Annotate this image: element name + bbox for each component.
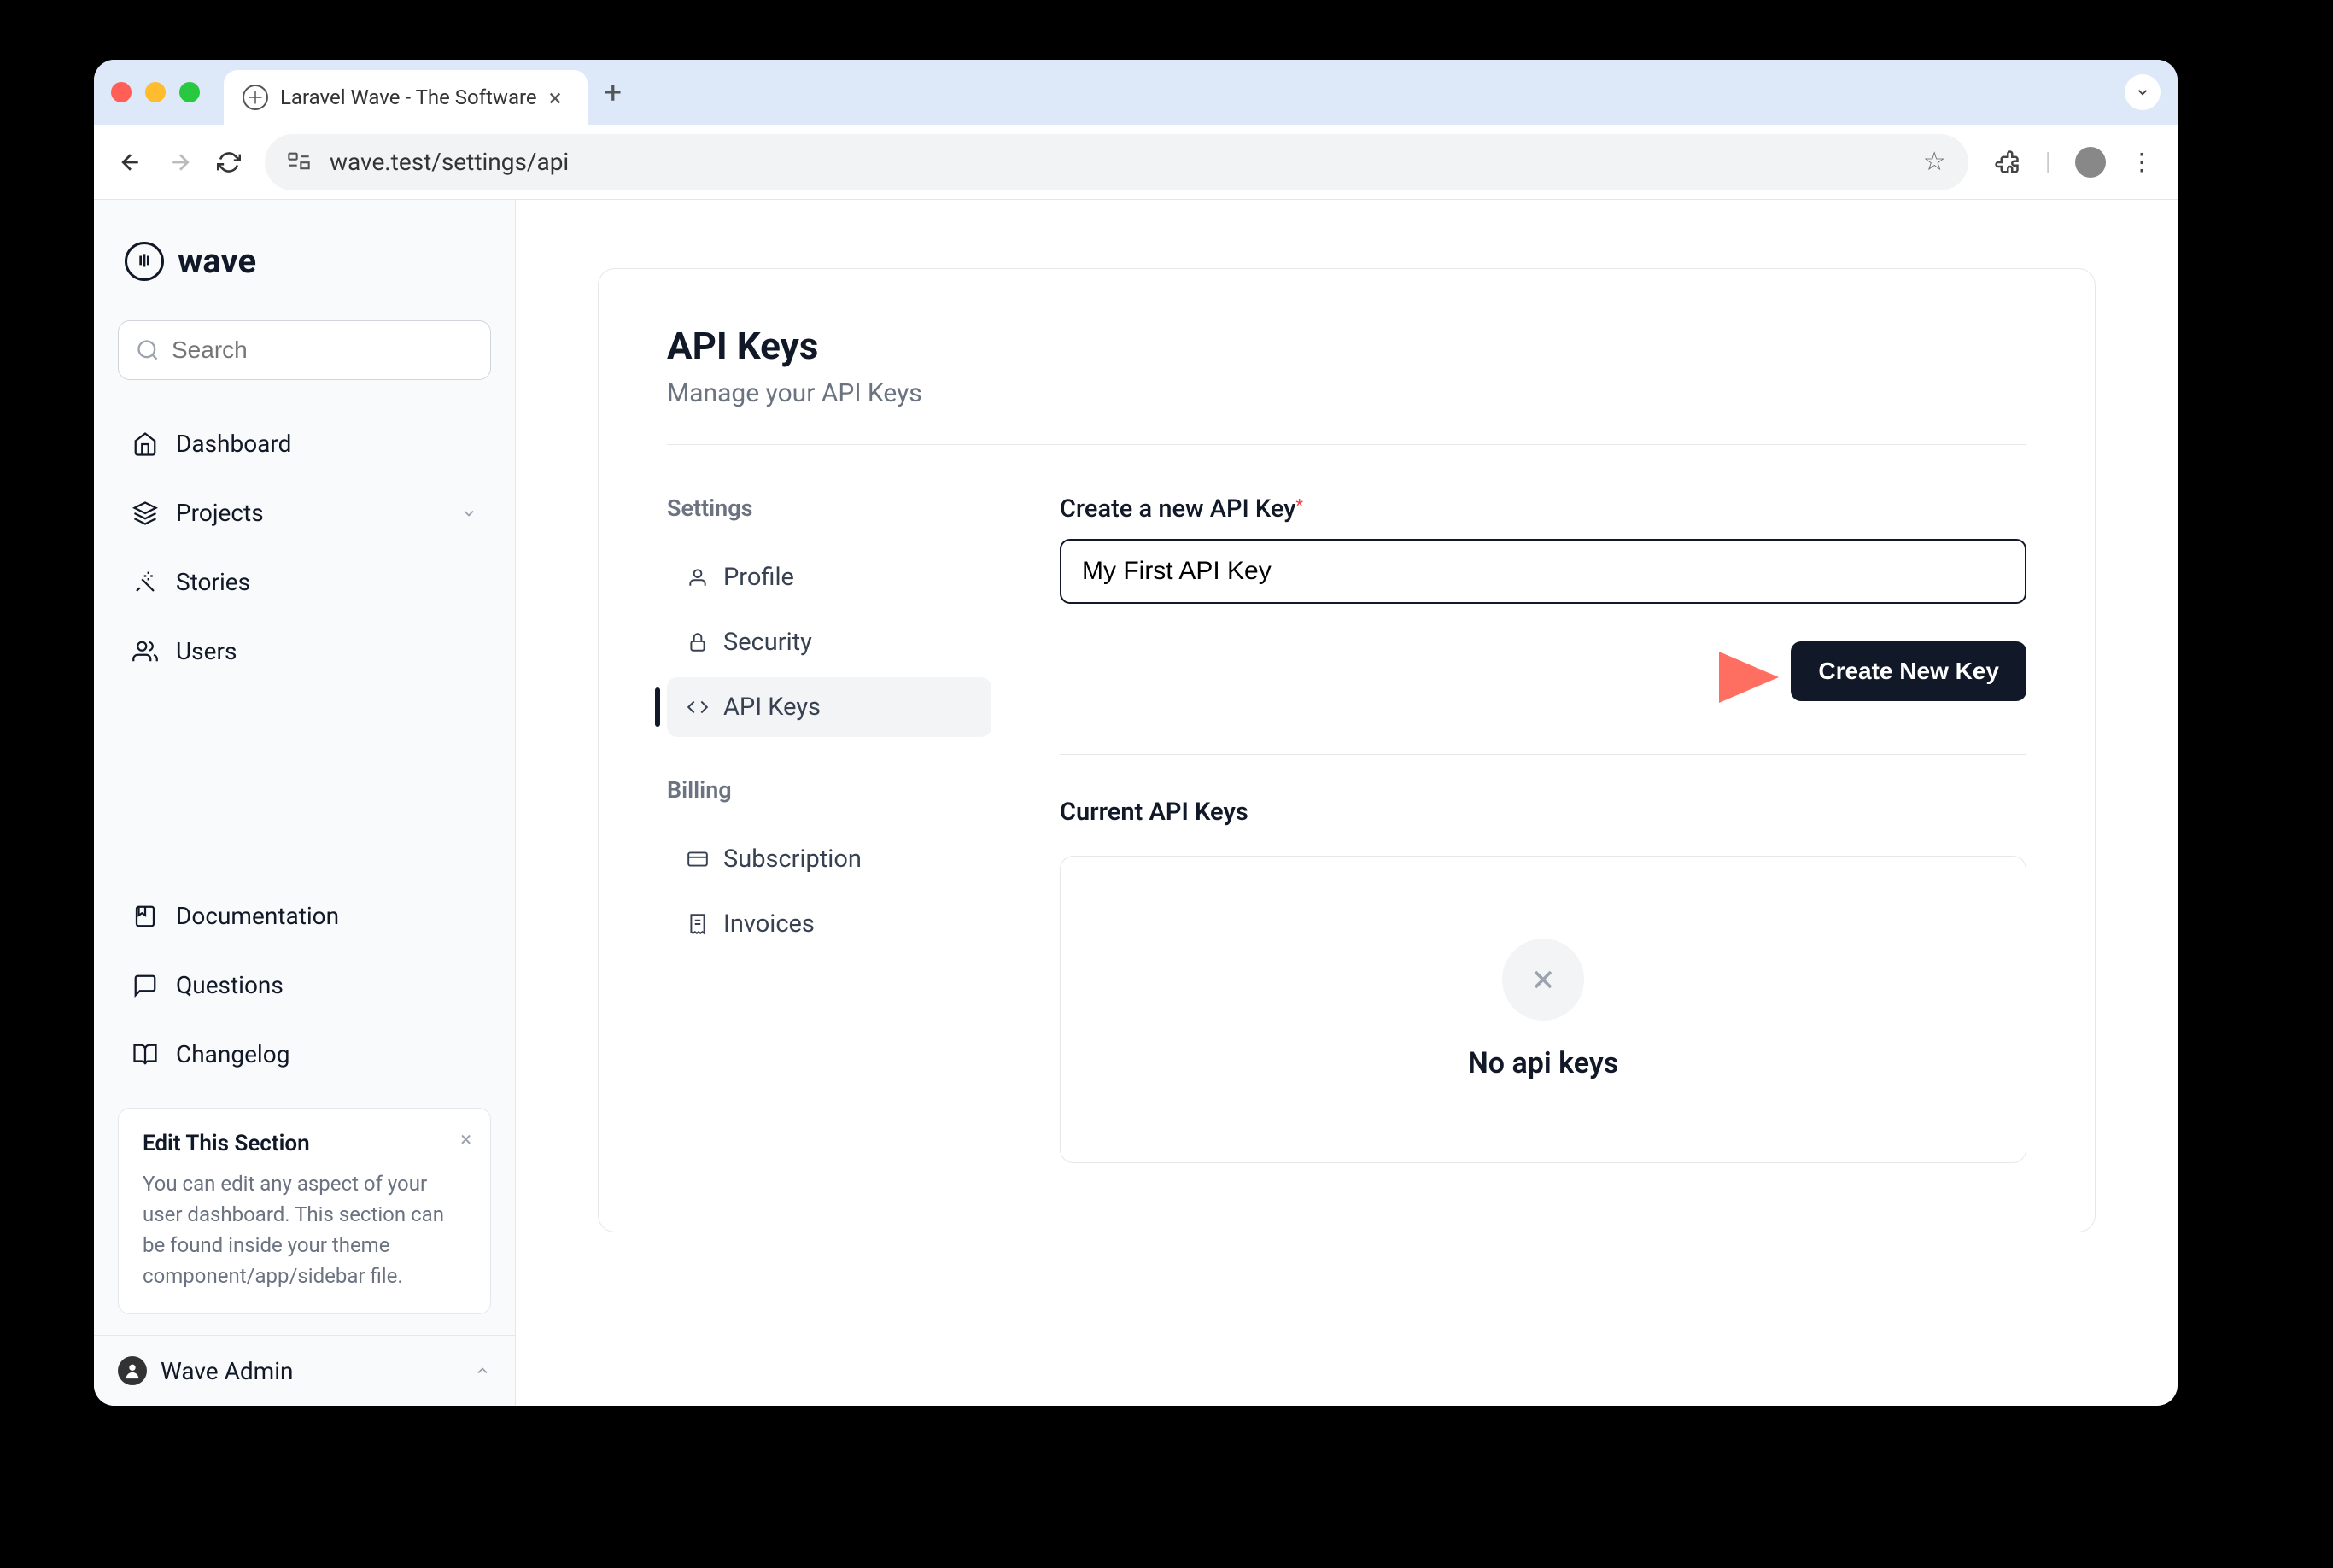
user-avatar-icon bbox=[118, 1356, 147, 1385]
empty-state: No api keys bbox=[1060, 856, 2026, 1163]
sidebar: wave Dashboard Pr bbox=[94, 200, 516, 1406]
settings-item-api-keys[interactable]: API Keys bbox=[667, 677, 991, 737]
tab-title: Laravel Wave - The Software bbox=[280, 85, 537, 109]
sidebar-item-label: Documentation bbox=[176, 902, 339, 930]
tab-favicon bbox=[243, 85, 268, 110]
tab-close-icon[interactable]: × bbox=[549, 84, 562, 112]
window-controls bbox=[111, 82, 200, 102]
forward-button[interactable] bbox=[167, 149, 193, 175]
logo-icon bbox=[125, 242, 164, 281]
chevron-up-icon bbox=[474, 1362, 491, 1379]
form-column: Create a new API Key* Create New Key Cur… bbox=[1060, 494, 2026, 1163]
divider bbox=[667, 444, 2026, 445]
extensions-icon[interactable] bbox=[1992, 148, 2021, 177]
browser-window: Laravel Wave - The Software × + wave.tes… bbox=[94, 60, 2178, 1406]
current-keys-heading: Current API Keys bbox=[1060, 798, 2026, 827]
billing-heading: Billing bbox=[667, 776, 1060, 804]
settings-card: API Keys Manage your API Keys Settings P… bbox=[598, 268, 2096, 1232]
address-bar[interactable]: wave.test/settings/api ☆ bbox=[265, 134, 1968, 190]
settings-item-label: Subscription bbox=[723, 845, 862, 874]
layers-icon bbox=[132, 500, 159, 527]
logo-text: wave bbox=[178, 241, 256, 281]
user-name: Wave Admin bbox=[161, 1357, 293, 1385]
info-card: × Edit This Section You can edit any asp… bbox=[118, 1108, 491, 1314]
lock-icon bbox=[686, 630, 710, 654]
sidebar-item-dashboard[interactable]: Dashboard bbox=[118, 412, 491, 475]
settings-item-invoices[interactable]: Invoices bbox=[667, 894, 991, 954]
user-icon bbox=[686, 565, 710, 589]
search-input[interactable] bbox=[172, 336, 480, 364]
field-label: Create a new API Key bbox=[1060, 494, 1295, 524]
back-button[interactable] bbox=[118, 149, 143, 175]
create-new-key-button[interactable]: Create New Key bbox=[1791, 641, 2026, 701]
nav-bar: wave.test/settings/api ☆ | ⋮ bbox=[94, 125, 2178, 200]
wand-icon bbox=[132, 569, 159, 596]
sidebar-item-label: Projects bbox=[176, 499, 264, 527]
sidebar-item-label: Dashboard bbox=[176, 430, 291, 458]
new-tab-button[interactable]: + bbox=[605, 74, 622, 110]
info-card-body: You can edit any aspect of your user das… bbox=[143, 1168, 466, 1291]
settings-item-profile[interactable]: Profile bbox=[667, 547, 991, 607]
settings-nav: Settings Profile bbox=[667, 494, 1060, 1163]
book-open-icon bbox=[132, 1041, 159, 1068]
tab-overflow-button[interactable] bbox=[2125, 74, 2161, 110]
home-icon bbox=[132, 430, 159, 458]
arrow-annotation bbox=[1429, 626, 1787, 728]
api-key-name-input[interactable] bbox=[1060, 539, 2026, 604]
sidebar-user[interactable]: Wave Admin bbox=[94, 1335, 515, 1406]
search-icon bbox=[136, 338, 160, 362]
site-settings-icon[interactable] bbox=[287, 151, 313, 173]
sidebar-item-label: Stories bbox=[176, 568, 250, 596]
settings-item-label: API Keys bbox=[723, 693, 821, 722]
chat-icon bbox=[132, 972, 159, 999]
sidebar-item-projects[interactable]: Projects bbox=[118, 482, 491, 544]
credit-card-icon bbox=[686, 847, 710, 871]
divider bbox=[1060, 754, 2026, 755]
close-icon[interactable]: × bbox=[460, 1127, 471, 1151]
minimize-window-button[interactable] bbox=[145, 82, 166, 102]
main-content: API Keys Manage your API Keys Settings P… bbox=[516, 200, 2178, 1406]
settings-item-label: Profile bbox=[723, 563, 794, 592]
users-icon bbox=[132, 638, 159, 665]
settings-heading: Settings bbox=[667, 494, 1060, 522]
sidebar-item-users[interactable]: Users bbox=[118, 620, 491, 682]
nav-list: Dashboard Projects Stories bbox=[118, 412, 491, 682]
settings-item-subscription[interactable]: Subscription bbox=[667, 829, 991, 889]
logo[interactable]: wave bbox=[118, 241, 491, 281]
settings-item-security[interactable]: Security bbox=[667, 612, 991, 672]
app-content: wave Dashboard Pr bbox=[94, 200, 2178, 1406]
info-card-title: Edit This Section bbox=[143, 1131, 466, 1156]
settings-item-label: Security bbox=[723, 628, 812, 657]
browser-tab[interactable]: Laravel Wave - The Software × bbox=[224, 70, 588, 125]
maximize-window-button[interactable] bbox=[179, 82, 200, 102]
page-title: API Keys bbox=[667, 324, 2026, 368]
sidebar-item-documentation[interactable]: Documentation bbox=[118, 885, 491, 947]
sidebar-item-label: Questions bbox=[176, 971, 284, 999]
close-window-button[interactable] bbox=[111, 82, 132, 102]
settings-item-label: Invoices bbox=[723, 910, 815, 939]
url-text: wave.test/settings/api bbox=[330, 148, 569, 176]
browser-menu-icon[interactable]: ⋮ bbox=[2130, 148, 2154, 176]
sidebar-item-changelog[interactable]: Changelog bbox=[118, 1023, 491, 1085]
sidebar-item-questions[interactable]: Questions bbox=[118, 954, 491, 1016]
code-icon bbox=[686, 695, 710, 719]
empty-text: No api keys bbox=[1468, 1046, 1618, 1080]
required-indicator: * bbox=[1295, 495, 1303, 516]
profile-avatar[interactable] bbox=[2075, 147, 2106, 178]
receipt-icon bbox=[686, 912, 710, 936]
page-subtitle: Manage your API Keys bbox=[667, 378, 2026, 408]
search-box[interactable] bbox=[118, 320, 491, 380]
help-list: Documentation Questions Changelog bbox=[118, 885, 491, 1085]
tab-bar: Laravel Wave - The Software × + bbox=[94, 60, 2178, 125]
reload-button[interactable] bbox=[217, 150, 241, 174]
separator: | bbox=[2045, 147, 2051, 177]
bookmark-icon[interactable]: ☆ bbox=[1923, 147, 1946, 177]
x-icon bbox=[1502, 939, 1584, 1021]
sidebar-item-stories[interactable]: Stories bbox=[118, 551, 491, 613]
sidebar-item-label: Users bbox=[176, 637, 237, 665]
chevron-down-icon bbox=[460, 505, 477, 522]
bookmark-square-icon bbox=[132, 903, 159, 930]
sidebar-item-label: Changelog bbox=[176, 1040, 289, 1068]
